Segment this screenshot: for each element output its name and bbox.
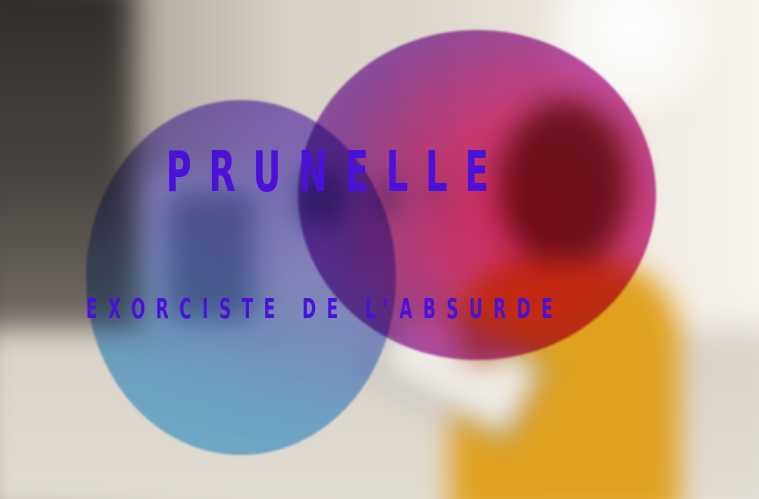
page-subtitle: EXORCISTE DE L’ABSURDE <box>86 292 564 325</box>
hero-banner: PRUNELLE EXORCISTE DE L’ABSURDE <box>0 0 759 499</box>
page-title: PRUNELLE <box>166 140 507 205</box>
